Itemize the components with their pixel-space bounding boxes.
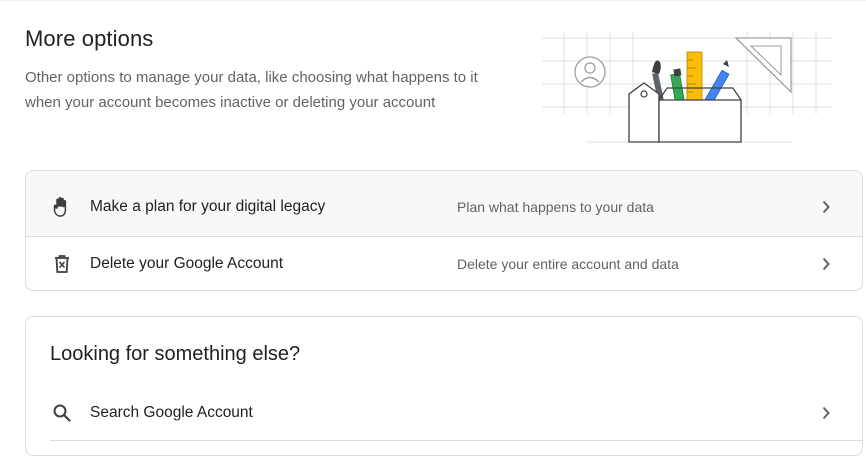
delete-account-row[interactable]: Delete your Google Account Delete your e… [26, 236, 862, 290]
trash-icon [55, 255, 69, 273]
row-divider [50, 440, 862, 441]
something-else-card: Looking for something else? Search Googl… [25, 316, 863, 456]
digital-legacy-row[interactable]: Make a plan for your digital legacy Plan… [26, 171, 862, 236]
delete-account-label: Delete your Google Account [90, 255, 284, 272]
something-else-title: Looking for something else? [50, 343, 301, 365]
hand-icon [53, 197, 67, 217]
search-account-row[interactable]: Search Google Account [26, 383, 862, 441]
chevron-right-icon [822, 406, 830, 420]
toolbox-illustration [542, 32, 832, 143]
chevron-right-icon [822, 257, 830, 271]
digital-legacy-description: Plan what happens to your data [457, 199, 654, 215]
chevron-right-icon [822, 200, 830, 214]
digital-legacy-label: Make a plan for your digital legacy [90, 198, 326, 215]
page-title: More options [25, 26, 154, 51]
delete-account-description: Delete your entire account and data [457, 256, 679, 272]
section-description: Other options to manage your data, like … [25, 69, 478, 111]
more-options-card: Make a plan for your digital legacy Plan… [25, 170, 863, 291]
search-icon [53, 404, 71, 422]
top-divider [0, 0, 866, 1]
search-account-label: Search Google Account [90, 404, 253, 421]
